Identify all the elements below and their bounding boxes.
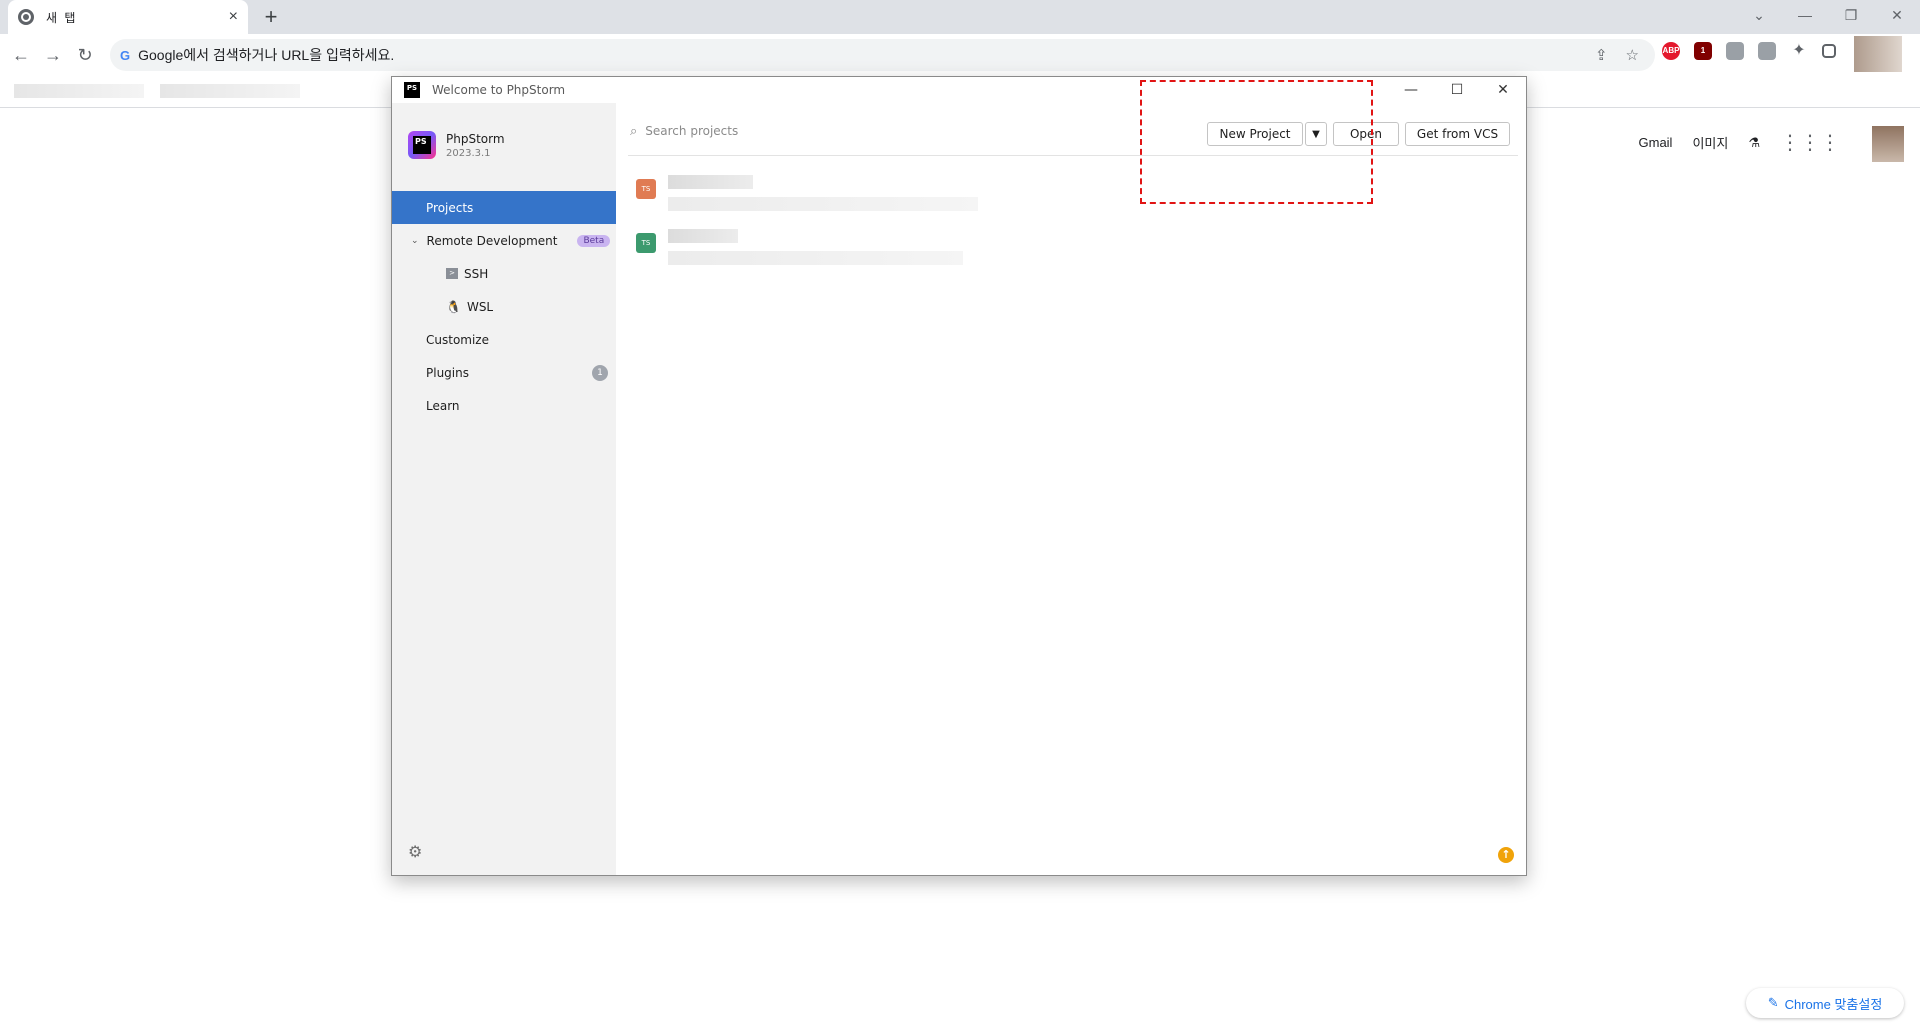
nav-label: Plugins xyxy=(426,365,469,380)
bookmark-item[interactable] xyxy=(14,84,144,98)
beta-badge: Beta xyxy=(577,234,611,247)
maximize-icon[interactable]: ☐ xyxy=(1434,77,1480,103)
extensions-area: ABP 1 ✦ xyxy=(1662,42,1836,60)
extension-icon[interactable] xyxy=(1758,42,1776,60)
forward-icon[interactable]: → xyxy=(40,42,66,68)
account-avatar[interactable] xyxy=(1872,126,1904,162)
nav-wsl[interactable]: 🐧 WSL xyxy=(392,290,616,323)
back-icon[interactable]: ← xyxy=(8,42,34,68)
project-name-redacted xyxy=(668,229,738,243)
project-path-redacted xyxy=(668,251,963,265)
search-divider xyxy=(628,155,1518,156)
recent-project-row[interactable]: TS xyxy=(628,227,1228,277)
minimize-icon[interactable]: — xyxy=(1782,0,1828,30)
nav-label: Projects xyxy=(426,200,474,215)
share-icon[interactable]: ⇪ xyxy=(1595,46,1608,64)
projects-panel: ⌕ New Project ▼ Open Get from VCS TS TS … xyxy=(616,103,1526,875)
tab-strip: 새 탭 × + ⌄ — ❐ ✕ xyxy=(0,0,1920,34)
customize-chrome-button[interactable]: ✎ Chrome 맞춤설정 xyxy=(1746,988,1904,1018)
product-name: PhpStorm xyxy=(446,131,505,146)
window-controls: ⌄ — ❐ ✕ xyxy=(1736,0,1920,34)
side-panel-icon[interactable] xyxy=(1822,44,1836,58)
nav-ssh[interactable]: > SSH xyxy=(392,257,616,290)
plugins-update-badge: 1 xyxy=(592,364,608,381)
highlight-annotation xyxy=(1140,80,1373,204)
tab-close-icon[interactable]: × xyxy=(229,8,238,26)
customize-chrome-label: Chrome 맞춤설정 xyxy=(1784,996,1883,1012)
images-link[interactable]: 이미지 xyxy=(1692,133,1728,152)
google-apps-icon[interactable]: ⋮⋮⋮ xyxy=(1780,130,1840,155)
gear-icon[interactable]: ⚙ xyxy=(408,842,422,861)
get-from-vcs-button[interactable]: Get from VCS xyxy=(1405,122,1510,146)
welcome-sidebar: PS PhpStorm 2023.3.1 Projects ⌄ Remote D… xyxy=(392,103,616,875)
nav-label: Remote Development xyxy=(426,233,558,248)
browser-toolbar: ← → ↻ G Google에서 검색하거나 URL을 입력하세요. ⇪ ☆ A… xyxy=(0,34,1920,76)
address-bar[interactable]: G Google에서 검색하거나 URL을 입력하세요. ⇪ ☆ xyxy=(110,39,1655,71)
nav-remote-development[interactable]: ⌄ Remote Development Beta xyxy=(392,224,616,257)
nav-label: WSL xyxy=(466,299,494,314)
project-icon: TS xyxy=(636,233,656,253)
chrome-icon xyxy=(18,9,34,25)
reload-icon[interactable]: ↻ xyxy=(72,42,98,68)
phpstorm-logo-icon: PS xyxy=(408,131,436,159)
tab-title: 새 탭 xyxy=(46,10,78,25)
window-title: Welcome to PhpStorm xyxy=(432,83,566,97)
restore-icon[interactable]: ❐ xyxy=(1828,0,1874,30)
product-brand: PS PhpStorm 2023.3.1 xyxy=(408,131,505,159)
project-search: ⌕ xyxy=(630,117,1030,145)
extension-icon[interactable] xyxy=(1726,42,1744,60)
pencil-icon: ✎ xyxy=(1767,995,1779,1010)
adblock-plus-icon[interactable]: ABP xyxy=(1662,42,1680,60)
labs-icon[interactable]: ⚗ xyxy=(1748,135,1760,151)
nav-label: SSH xyxy=(464,266,489,281)
profile-avatar[interactable] xyxy=(1854,36,1902,72)
chevron-down-icon[interactable]: ⌄ xyxy=(411,236,419,246)
new-tab-button[interactable]: + xyxy=(258,4,284,30)
nav-customize[interactable]: Customize xyxy=(392,323,616,356)
search-projects-input[interactable] xyxy=(645,124,1006,138)
close-window-icon[interactable]: ✕ xyxy=(1874,0,1920,30)
bookmark-star-icon[interactable]: ☆ xyxy=(1626,46,1639,64)
project-name-redacted xyxy=(668,175,753,189)
phpstorm-small-icon: PS xyxy=(404,82,420,98)
gmail-link[interactable]: Gmail xyxy=(1639,135,1673,150)
project-path-redacted xyxy=(668,197,978,211)
update-available-icon[interactable]: ↑ xyxy=(1498,847,1514,863)
nav-label: Customize xyxy=(426,332,489,347)
recent-project-row[interactable]: TS xyxy=(628,173,1228,223)
google-icon: G xyxy=(120,47,131,63)
terminal-icon: > xyxy=(446,268,458,279)
bookmark-item[interactable] xyxy=(160,84,300,98)
ntp-links: Gmail 이미지 ⚗ ⋮⋮⋮ xyxy=(1639,130,1841,155)
ublock-icon[interactable]: 1 xyxy=(1694,42,1712,60)
tab-search-icon[interactable]: ⌄ xyxy=(1736,0,1782,30)
nav-plugins[interactable]: Plugins 1 xyxy=(392,356,616,389)
minimize-icon[interactable]: — xyxy=(1388,77,1434,103)
nav-projects[interactable]: Projects xyxy=(392,191,616,224)
puzzle-icon[interactable]: ✦ xyxy=(1790,42,1808,60)
product-version: 2023.3.1 xyxy=(446,147,491,159)
omnibox-placeholder: Google에서 검색하거나 URL을 입력하세요. xyxy=(138,47,395,63)
project-icon: TS xyxy=(636,179,656,199)
close-icon[interactable]: ✕ xyxy=(1480,77,1526,103)
nav-label: Learn xyxy=(426,398,460,413)
linux-penguin-icon: 🐧 xyxy=(446,299,461,314)
nav-learn[interactable]: Learn xyxy=(392,389,616,422)
search-icon: ⌕ xyxy=(630,123,638,139)
browser-tab[interactable]: 새 탭 × xyxy=(8,0,248,34)
